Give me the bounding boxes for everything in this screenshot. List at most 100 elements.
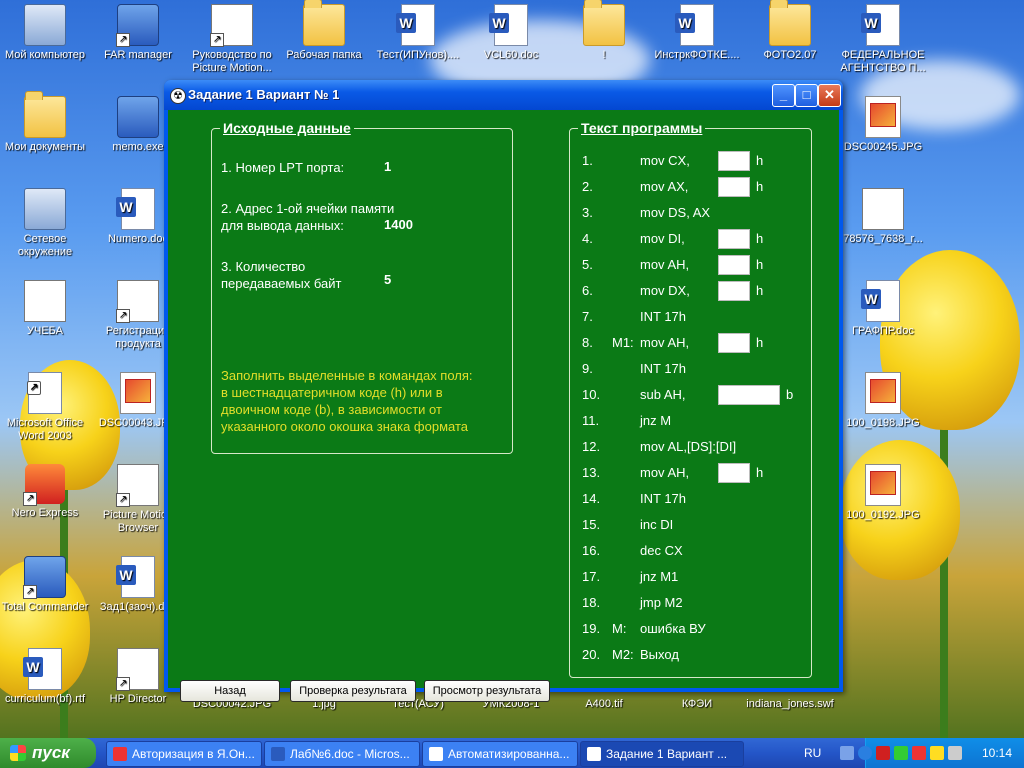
picture-motion-icon <box>116 464 159 507</box>
row-number: 16. <box>582 543 601 558</box>
image-file-icon <box>120 372 156 414</box>
desktop-icon-total-commander[interactable]: Total Commander <box>0 556 93 614</box>
view-result-button[interactable]: Просмотр результата <box>424 680 550 702</box>
hex-input-field[interactable] <box>718 255 750 275</box>
hex-input-field[interactable] <box>718 281 750 301</box>
program-row: 14. INT 17h <box>582 489 802 509</box>
hex-input-field[interactable] <box>718 385 780 405</box>
desktop-icon-100-198[interactable]: 100_0198.JPG <box>835 372 931 430</box>
row-label: M2: <box>612 647 634 662</box>
row-label: M: <box>612 621 627 636</box>
close-button[interactable]: ✕ <box>818 84 841 107</box>
desktop-icon-fed[interactable]: ФЕДЕРАЛЬНОЕ АГЕНТСТВО П... <box>835 4 931 75</box>
row-command: Выход <box>640 647 679 662</box>
antivirus-icon[interactable] <box>876 746 890 760</box>
desktop-icon-network[interactable]: Сетевое окружение <box>0 188 93 259</box>
desktop-icon-78576[interactable]: 78576_7638_r... <box>835 188 931 246</box>
row-label: M1: <box>612 335 634 350</box>
help-icon[interactable] <box>840 746 854 760</box>
hex-input-field[interactable] <box>718 333 750 353</box>
desktop-icon-foto[interactable]: ФОТО2.07 <box>742 0 838 62</box>
desktop-icon-dsc245[interactable]: DSC00245.JPG <box>835 96 931 154</box>
program-row: 16. dec CX <box>582 541 802 561</box>
program-row: 18. jmp M2 <box>582 593 802 613</box>
hex-input-field[interactable] <box>718 463 750 483</box>
desktop-icon-grafpr[interactable]: ГРАФПР.doc <box>835 280 931 338</box>
row-command: mov DI, <box>640 231 685 246</box>
row-command: mov AH, <box>640 465 690 480</box>
word-doc-icon <box>675 4 714 46</box>
desktop-icon-100-192[interactable]: 100_0192.JPG <box>835 464 931 522</box>
maximize-button[interactable]: □ <box>795 84 818 107</box>
desktop-icon-curriculum[interactable]: curriculum(bf).rtf <box>0 648 93 706</box>
task-yandex[interactable]: Авторизация в Я.Он... <box>106 741 262 767</box>
task-automated[interactable]: Автоматизированна... <box>422 741 578 767</box>
word-doc-icon <box>23 648 62 690</box>
window-title: Задание 1 Вариант № 1 <box>188 87 340 102</box>
desktop-icon-pmb-guide[interactable]: Руководство по Picture Motion... <box>184 4 280 75</box>
network-tray-icon[interactable] <box>894 746 908 760</box>
back-button[interactable]: Назад <box>180 680 280 702</box>
desktop-icon-my-computer[interactable]: Мой компьютер <box>0 4 93 62</box>
image-file-icon <box>865 464 901 506</box>
program-row: 6. mov DX, h <box>582 281 802 301</box>
format-suffix: h <box>756 231 764 246</box>
system-tray: 10:14 <box>840 738 1024 768</box>
yandex-tray-icon[interactable] <box>912 746 926 760</box>
desktop-icon-far[interactable]: FAR manager <box>90 4 186 62</box>
desktop-icon-ucheba[interactable]: УЧЕБА <box>0 280 93 338</box>
language-indicator[interactable]: RU <box>804 746 821 760</box>
volume-icon[interactable] <box>948 746 962 760</box>
nero-icon <box>23 464 65 506</box>
desktop-icon-vcl60[interactable]: VCL60.doc <box>463 4 559 62</box>
row-number: 18. <box>582 595 601 610</box>
row-command: jmp M2 <box>640 595 683 610</box>
hex-input-field[interactable] <box>718 151 750 171</box>
desktop-icon-nero[interactable]: Nero Express <box>0 464 93 520</box>
program-row: 20. M2: Выход <box>582 645 802 665</box>
program-row: 4. mov DI, h <box>582 229 802 249</box>
note-line-3: двоичном коде (b), в зависимости от <box>221 402 442 417</box>
program-row: 17. jnz M1 <box>582 567 802 587</box>
desktop-icon-a400[interactable]: A400.tif <box>556 698 652 711</box>
row-command: ошибка ВУ <box>640 621 706 636</box>
start-button[interactable]: пуск <box>0 738 96 768</box>
word-app-icon <box>27 372 62 414</box>
row-number: 1. <box>582 153 593 168</box>
task-word-doc[interactable]: Лаб№6.doc - Micros... <box>264 741 420 767</box>
program-row: 3. mov DS, AX <box>582 203 802 223</box>
desktop-icon-test-ipu[interactable]: Тест(ИПУнов).... <box>370 4 466 62</box>
clock: 10:14 <box>982 746 1013 760</box>
desktop-icon-excl[interactable]: ! <box>556 0 652 62</box>
desktop-icon-word2003[interactable]: Microsoft Office Word 2003 <box>0 372 93 443</box>
row-number: 9. <box>582 361 593 376</box>
windows-logo-icon <box>10 745 26 761</box>
program-row: 8. M1: mov AH, h <box>582 333 802 353</box>
desktop-icon-indiana[interactable]: indiana_jones.swf <box>742 698 838 711</box>
desktop-icon-my-docs[interactable]: Мои документы <box>0 91 93 154</box>
row-number: 4. <box>582 231 593 246</box>
desktop-icon-kfei[interactable]: КФЭИ <box>649 698 745 711</box>
program-row: 7. INT 17h <box>582 307 802 327</box>
program-row: 2. mov AX, h <box>582 177 802 197</box>
row-number: 15. <box>582 517 601 532</box>
check-result-button[interactable]: Проверка результата <box>290 680 416 702</box>
addr-value: 1400 <box>384 217 413 232</box>
folder-icon <box>583 0 625 46</box>
row-number: 13. <box>582 465 601 480</box>
lpt-label: 1. Номер LPT порта: <box>221 160 345 175</box>
desktop-icon-instr[interactable]: ИнстркФОТКЕ.... <box>649 4 745 62</box>
desktop-icon-work-folder[interactable]: Рабочая папка <box>276 0 372 62</box>
format-suffix: b <box>786 387 794 402</box>
memo-app-icon <box>117 96 159 138</box>
row-number: 7. <box>582 309 593 324</box>
hex-input-field[interactable] <box>718 229 750 249</box>
task-zadanie[interactable]: Задание 1 Вариант ... <box>580 741 744 767</box>
hex-input-field[interactable] <box>718 177 750 197</box>
minimize-button[interactable]: _ <box>772 84 795 107</box>
tray-app-icon[interactable] <box>930 746 944 760</box>
row-number: 20. <box>582 647 601 662</box>
format-suffix: h <box>756 335 764 350</box>
window-titlebar[interactable]: ☢ Задание 1 Вариант № 1 _ □ ✕ <box>164 80 843 110</box>
chevron-left-icon[interactable] <box>858 746 872 760</box>
